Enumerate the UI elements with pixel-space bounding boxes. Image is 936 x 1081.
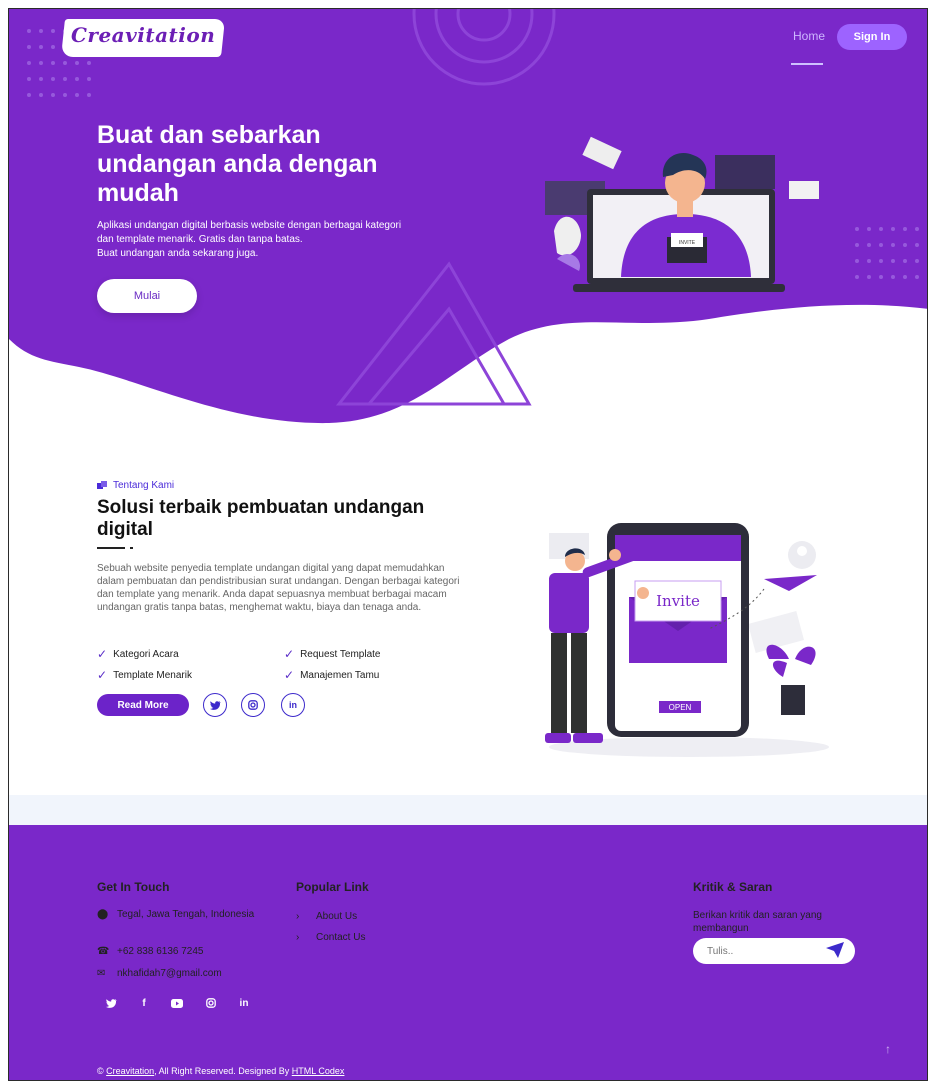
page: INVITE Creavitation Home Sign In Buat da… [8,8,928,1081]
check-icon: ✓ [284,647,295,661]
read-more-button[interactable]: Read More [97,694,189,716]
feedback-input-wrapper [693,938,855,964]
phone-text: +62 838 6136 7245 [117,946,204,957]
send-button[interactable] [825,942,845,960]
designer-link[interactable]: HTML Codex [292,1066,345,1076]
footer-link-about[interactable]: › About Us [296,910,357,923]
check-icon: ✓ [97,647,108,661]
copyright-middle: , All Right Reserved. Designed By [154,1066,292,1076]
footer-feedback-title: Kritik & Saran [693,880,773,894]
youtube-icon[interactable] [166,992,188,1014]
group-icon [97,481,107,489]
hero-description: Aplikasi undangan digital berbasis websi… [97,219,477,261]
copyright: © Creavitation, All Right Reserved. Desi… [97,1066,344,1076]
twitter-icon[interactable] [203,693,227,717]
back-to-top-icon[interactable]: ↑ [885,1042,891,1056]
illustration-invite-text: Invite [656,592,700,610]
instagram-icon[interactable] [200,992,222,1014]
feedback-input[interactable] [707,942,817,960]
title-underline [97,547,125,549]
chevron-right-icon: › [296,932,300,943]
twitter-icon[interactable] [100,992,122,1014]
hero-desc-line: Aplikasi undangan digital berbasis websi… [97,220,402,231]
about-description: Sebuah website penyedia template undanga… [97,563,460,613]
paper-plane-icon [826,942,844,958]
address-text: Tegal, Jawa Tengah, Indonesia [117,909,255,920]
location-icon: ⬤ [97,909,109,920]
nav-active-indicator [791,63,823,65]
start-button[interactable]: Mulai [97,279,197,313]
link-label[interactable]: About Us [316,910,357,923]
feature-item: ✓ Kategori Acara [97,647,179,661]
feature-label: Manajemen Tamu [300,669,380,681]
feature-item: ✓ Manajemen Tamu [284,668,379,682]
feature-label: Template Menarik [113,669,192,681]
nav-home-link[interactable]: Home [793,29,825,43]
illustration-open-text: OPEN [669,703,692,712]
mail-icon: ✉ [97,968,106,979]
about-illustration: Invite OPEN [545,523,829,757]
feature-item: ✓ Template Menarik [97,668,192,682]
check-icon: ✓ [97,668,108,682]
about-kicker-label: Tentang Kami [113,480,175,491]
link-label[interactable]: Contact Us [316,931,365,944]
hero-desc-line: dan template menarik. Gratis dan tanpa b… [97,234,303,245]
about-title: Solusi terbaik pembuatan undangan digita… [97,497,425,540]
feature-item: ✓ Request Template [284,647,380,661]
feature-label: Kategori Acara [113,648,179,660]
hero-section: INVITE Creavitation Home Sign In Buat da… [9,9,927,449]
brand-name: Creavitation [71,23,216,47]
footer-feedback-desc: Berikan kritik dan saran yang membangun [693,910,822,934]
hero-title: Buat dan sebarkan undangan anda dengan m… [97,121,378,207]
brand-logo[interactable]: Creavitation [61,19,225,57]
instagram-icon[interactable] [241,693,265,717]
linkedin-icon[interactable]: in [233,992,255,1014]
footer-address: ⬤ Tegal, Jawa Tengah, Indonesia [97,908,257,921]
feature-label: Request Template [300,648,381,660]
facebook-icon[interactable]: f [133,992,155,1014]
check-icon: ✓ [284,668,295,682]
illustration-invite-label: INVITE [679,240,696,246]
email-text: nkhafidah7@gmail.com [117,968,222,979]
about-kicker: Tentang Kami [97,480,174,491]
linkedin-icon[interactable]: in [281,693,305,717]
footer-email: ✉ nkhafidah7@gmail.com [97,967,222,980]
phone-icon: ☎ [97,946,110,957]
title-underline-dot [130,547,133,549]
footer-link-contact[interactable]: › Contact Us [296,931,365,944]
chevron-right-icon: › [296,911,300,922]
footer-contact-title: Get In Touch [97,880,170,894]
footer-phone: ☎ +62 838 6136 7245 [97,945,203,958]
copyright-prefix: © [97,1066,107,1076]
signin-button[interactable]: Sign In [837,24,907,50]
footer-popular-title: Popular Link [296,880,369,894]
copyright-brand-link[interactable]: Creavitation [106,1066,154,1076]
hero-desc-line: Buat undangan anda sekarang juga. [97,248,259,259]
section-divider-band [9,795,927,825]
